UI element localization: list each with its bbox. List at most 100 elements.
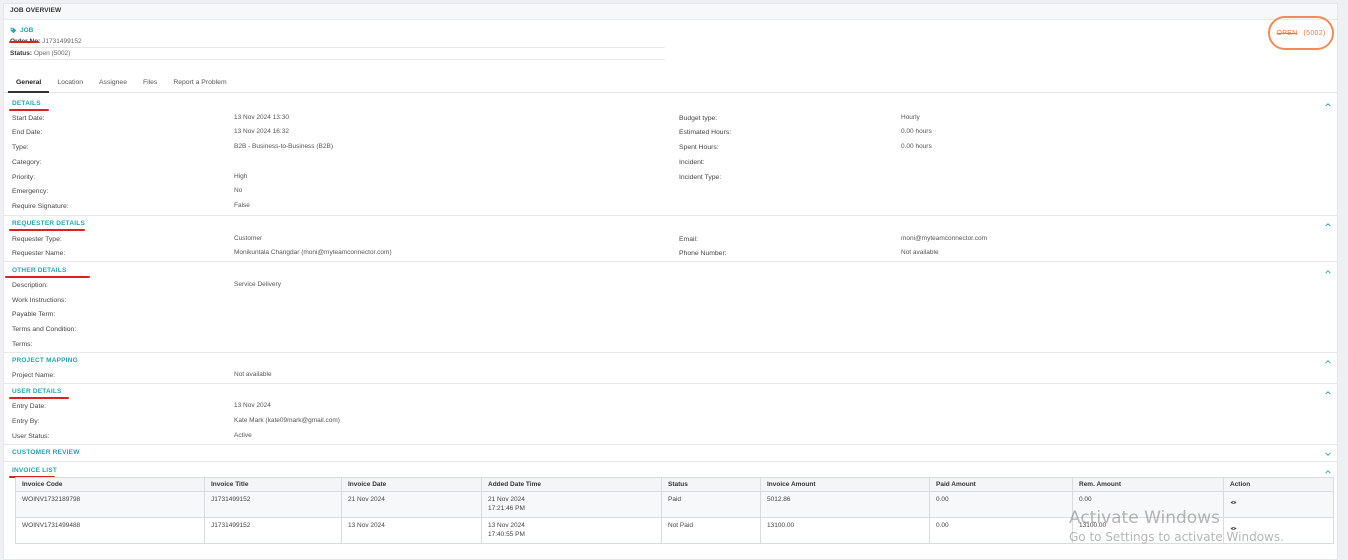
incident-label: Incident: (679, 159, 705, 166)
annotation-underline (5, 276, 90, 278)
phone-value: Not available (901, 249, 939, 256)
col-status: Status (661, 477, 761, 492)
tag-icon (10, 27, 17, 34)
budget-type-value: Hourly (901, 114, 920, 121)
invoice-amount: 5012.86 (760, 491, 930, 518)
col-invoice-amount: Invoice Amount (760, 477, 930, 492)
job-status: Status: Open (5002) (10, 48, 665, 60)
entry-by-value: Kate Mark (kate09mark@gmail.com) (234, 417, 340, 424)
job-tag-label: JOB (20, 26, 34, 34)
terms-label: Terms: (12, 341, 33, 348)
invoice-status: Paid (661, 491, 761, 518)
tab-files[interactable]: Files (135, 73, 165, 93)
chevron-up-icon[interactable] (1325, 359, 1331, 365)
requester-section: REQUESTER DETAILS Requester Type: Custom… (4, 216, 1337, 262)
chevron-up-icon[interactable] (1325, 469, 1331, 475)
chevron-up-icon[interactable] (1325, 222, 1331, 228)
customer-review-section[interactable]: CUSTOMER REVIEW (4, 445, 1337, 462)
eye-icon[interactable] (1230, 526, 1237, 531)
tab-report-problem[interactable]: Report a Problem (165, 73, 234, 93)
start-date-value: 13 Nov 2024 13:30 (234, 114, 289, 121)
invoice-date: 21 Nov 2024 (341, 491, 482, 518)
action-cell (1223, 491, 1334, 518)
tab-general[interactable]: General (8, 73, 50, 93)
user-details-section: USER DETAILS Entry Date: 13 Nov 2024 Ent… (4, 384, 1337, 445)
status-badge: OPEN (5002) (1268, 16, 1334, 50)
entry-date-value: 13 Nov 2024 (234, 402, 271, 409)
chevron-down-icon[interactable] (1325, 451, 1331, 457)
eye-icon[interactable] (1230, 500, 1237, 505)
invoice-code: WOINV1732189798 (15, 491, 205, 518)
chevron-up-icon[interactable] (1325, 390, 1331, 396)
project-name-label: Project Name: (12, 372, 56, 379)
require-signature-label: Require Signature: (12, 203, 69, 210)
entry-by-label: Entry By: (12, 418, 40, 425)
category-label: Category: (12, 159, 42, 166)
invoice-amount: 13100.00 (760, 517, 930, 544)
chevron-up-icon[interactable] (1325, 102, 1331, 108)
end-date-label: End Date: (12, 129, 43, 136)
requester-name-label: Requester Name: (12, 250, 66, 257)
col-rem-amount: Rem. Amount (1072, 477, 1224, 492)
project-mapping-title: PROJECT MAPPING (12, 357, 78, 364)
type-label: Type: (12, 144, 29, 151)
invoice-title: J1731499152 (204, 491, 342, 518)
annotation-underline (9, 397, 69, 399)
col-invoice-code: Invoice Code (15, 477, 205, 492)
invoice-list-title: INVOICE LIST (12, 467, 58, 474)
estimated-hours-value: 0.00 hours (901, 128, 932, 135)
user-status-value: Active (234, 432, 252, 439)
col-added-date-time: Added Date Time (481, 477, 662, 492)
job-tag: JOB (10, 24, 665, 36)
tab-assignee[interactable]: Assignee (91, 73, 135, 93)
col-paid-amount: Paid Amount (929, 477, 1073, 492)
terms-condition-label: Terms and Condition: (12, 326, 77, 333)
estimated-hours-label: Estimated Hours: (679, 129, 732, 136)
added-date-time: 21 Nov 2024 17:21:46 PM (481, 491, 662, 518)
priority-value: High (234, 173, 248, 180)
tab-location[interactable]: Location (49, 73, 91, 93)
type-value: B2B - Business-to-Business (B2B) (234, 143, 333, 150)
table-header-row: Invoice Code Invoice Title Invoice Date … (15, 477, 1334, 492)
requester-type-value: Customer (234, 235, 263, 242)
email-value: moni@myteamconnector.com (901, 235, 988, 242)
job-overview-panel: JOB OVERVIEW JOB Order No: J1731499152 S… (3, 3, 1338, 560)
phone-label: Phone Number: (679, 250, 727, 257)
invoice-title: J1731499152 (204, 517, 342, 544)
action-cell (1223, 517, 1334, 544)
invoice-status: Not Paid (661, 517, 761, 544)
other-details-section: OTHER DETAILS Description: Service Deliv… (4, 262, 1337, 353)
payable-term-label: Payable Term: (12, 311, 56, 318)
description-label: Description: (12, 282, 48, 289)
require-signature-value: False (234, 202, 250, 209)
paid-amount: 0.00 (929, 491, 1073, 518)
spent-hours-label: Spent Hours: (679, 144, 719, 151)
priority-label: Priority: (12, 174, 36, 181)
emergency-value: No (234, 187, 243, 194)
entry-date-label: Entry Date: (12, 403, 46, 410)
invoice-date: 13 Nov 2024 (341, 517, 482, 544)
start-date-label: Start Date: (12, 115, 45, 122)
project-mapping-section: PROJECT MAPPING Project Name: Not availa… (4, 353, 1337, 384)
job-header: JOB Order No: J1731499152 Status: Open (… (10, 24, 665, 60)
chevron-up-icon[interactable] (1325, 269, 1331, 275)
added-date-time: 13 Nov 2024 17:40:55 PM (481, 517, 662, 544)
table-row: WOINV1731499488 J1731499152 13 Nov 2024 … (15, 517, 1334, 544)
annotation-underline (9, 109, 49, 111)
paid-amount: 0.00 (929, 517, 1073, 544)
requester-name-value: Monikuntala Changdar (moni@myteamconnect… (234, 249, 392, 256)
table-row: WOINV1732189798 J1731499152 21 Nov 2024 … (15, 491, 1334, 518)
budget-type-label: Budget type: (679, 115, 718, 122)
email-label: Email: (679, 236, 698, 243)
work-instructions-label: Work Instructions: (12, 297, 67, 304)
order-number: Order No: J1731499152 (10, 36, 665, 48)
invoice-table: Invoice Code Invoice Title Invoice Date … (15, 477, 1334, 544)
rem-amount: 0.00 (1072, 491, 1224, 518)
user-details-title: USER DETAILS (12, 388, 62, 395)
other-details-title: OTHER DETAILS (12, 267, 67, 274)
invoice-code: WOINV1731499488 (15, 517, 205, 544)
requester-type-label: Requester Type: (12, 236, 62, 243)
user-status-label: User Status: (12, 433, 50, 440)
col-action: Action (1223, 477, 1334, 492)
incident-type-label: Incident Type: (679, 174, 722, 181)
